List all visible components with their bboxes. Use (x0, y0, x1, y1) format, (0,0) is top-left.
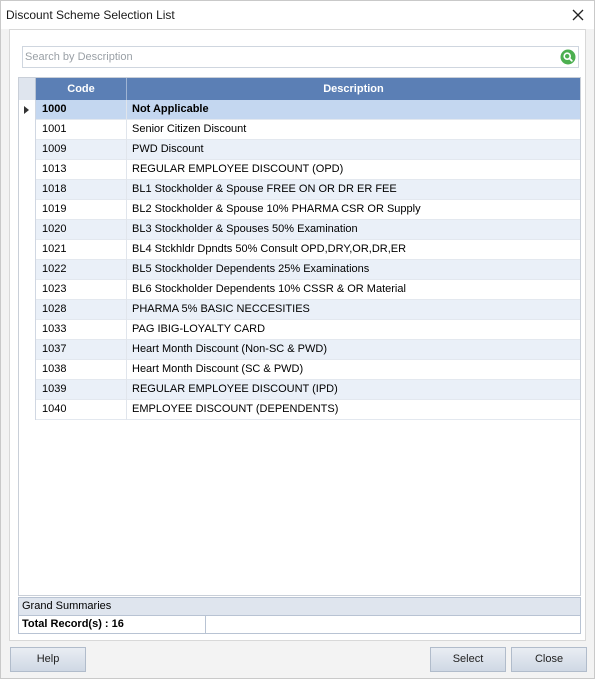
code-cell: 1019 (36, 200, 127, 220)
row-indicator-cell (19, 100, 36, 120)
row-indicator-cell (19, 220, 36, 240)
column-header-code[interactable]: Code (36, 78, 127, 100)
code-cell: 1009 (36, 140, 127, 160)
row-indicator-cell (19, 200, 36, 220)
code-cell: 1021 (36, 240, 127, 260)
grid-header: Code Description (19, 78, 580, 100)
close-window-button[interactable] (568, 5, 588, 25)
row-indicator-cell (19, 300, 36, 320)
description-cell: PHARMA 5% BASIC NECCESITIES (132, 303, 310, 315)
table-row[interactable]: 1000 Not Applicable (19, 100, 580, 120)
select-button[interactable]: Select (430, 647, 506, 672)
table-row[interactable]: 1037 Heart Month Discount (Non-SC & PWD) (19, 340, 580, 360)
row-indicator-cell (19, 240, 36, 260)
table-row[interactable]: 1039 REGULAR EMPLOYEE DISCOUNT (IPD) (19, 380, 580, 400)
row-indicator-cell (19, 340, 36, 360)
row-indicator-cell (19, 380, 36, 400)
description-cell: PAG IBIG-LOYALTY CARD (132, 323, 266, 335)
description-cell: BL3 Stockholder & Spouses 50% Examinatio… (132, 223, 358, 235)
row-indicator-cell (19, 280, 36, 300)
description-cell: Heart Month Discount (Non-SC & PWD) (132, 343, 327, 355)
close-icon (572, 9, 584, 21)
total-records-label: Total Record(s) : 16 (19, 616, 206, 633)
description-cell: Not Applicable (132, 103, 209, 115)
code-cell: 1018 (36, 180, 127, 200)
description-cell: BL5 Stockholder Dependents 25% Examinati… (132, 263, 370, 275)
help-button[interactable]: Help (10, 647, 86, 672)
summary-row: Total Record(s) : 16 (18, 616, 581, 634)
code-cell: 1022 (36, 260, 127, 280)
search-icon[interactable] (560, 49, 576, 65)
table-row[interactable]: 1040 EMPLOYEE DISCOUNT (DEPENDENTS) (19, 400, 580, 420)
search-input[interactable] (23, 47, 553, 67)
code-cell: 1000 (36, 100, 127, 120)
grand-summaries: Grand Summaries Total Record(s) : 16 (18, 597, 581, 635)
select-button-label: Select (452, 653, 484, 665)
summary-title: Grand Summaries (18, 597, 581, 616)
description-cell: REGULAR EMPLOYEE DISCOUNT (OPD) (132, 163, 344, 175)
description-cell: BL1 Stockholder & Spouse FREE ON OR DR E… (132, 183, 397, 195)
code-cell: 1040 (36, 400, 127, 420)
table-row[interactable]: 1038 Heart Month Discount (SC & PWD) (19, 360, 580, 380)
row-indicator-cell (19, 160, 36, 180)
code-cell: 1001 (36, 120, 127, 140)
row-indicator-cell (19, 140, 36, 160)
row-indicator-cell (19, 120, 36, 140)
code-cell: 1038 (36, 360, 127, 380)
help-button-label: Help (36, 653, 60, 665)
header-indicator-cell (19, 78, 36, 100)
row-indicator-cell (19, 360, 36, 380)
row-indicator-cell (19, 180, 36, 200)
title-bar: Discount Scheme Selection List (1, 1, 594, 29)
table-row[interactable]: 1013 REGULAR EMPLOYEE DISCOUNT (OPD) (19, 160, 580, 180)
table-row[interactable]: 1023 BL6 Stockholder Dependents 10% CSSR … (19, 280, 580, 300)
close-button-label: Close (534, 653, 564, 665)
code-cell: 1039 (36, 380, 127, 400)
table-row[interactable]: 1018 BL1 Stockholder & Spouse FREE ON OR … (19, 180, 580, 200)
description-cell: Heart Month Discount (SC & PWD) (132, 363, 304, 375)
code-cell: 1033 (36, 320, 127, 340)
description-cell: BL6 Stockholder Dependents 10% CSSR & OR… (132, 283, 406, 295)
table-row[interactable]: 1020 BL3 Stockholder & Spouses 50% Examin… (19, 220, 580, 240)
window-title: Discount Scheme Selection List (6, 8, 175, 22)
discount-grid: Code Description 1000 Not Applicable 1001 S… (18, 77, 581, 596)
dialog-window: Discount Scheme Selection List Code Desc… (0, 0, 595, 679)
code-cell: 1013 (36, 160, 127, 180)
table-row[interactable]: 1001 Senior Citizen Discount (19, 120, 580, 140)
search-box (22, 46, 579, 68)
description-cell: Senior Citizen Discount (132, 123, 247, 135)
description-cell: BL4 Stckhldr Dpndts 50% Consult OPD,DRY,… (132, 243, 407, 255)
grid-rows: 1000 Not Applicable 1001 Senior Citizen Dis… (19, 100, 580, 420)
table-row[interactable]: 1022 BL5 Stockholder Dependents 25% Exami… (19, 260, 580, 280)
code-cell: 1023 (36, 280, 127, 300)
description-cell: REGULAR EMPLOYEE DISCOUNT (IPD) (132, 383, 338, 395)
close-button[interactable]: Close (511, 647, 587, 672)
code-cell: 1028 (36, 300, 127, 320)
row-pointer-icon (24, 106, 29, 114)
description-cell: BL2 Stockholder & Spouse 10% PHARMA CSR … (132, 203, 421, 215)
column-header-description[interactable]: Description (127, 78, 580, 100)
row-indicator-cell (19, 400, 36, 420)
code-cell: 1037 (36, 340, 127, 360)
code-cell: 1020 (36, 220, 127, 240)
table-row[interactable]: 1019 BL2 Stockholder & Spouse 10% PHARMA … (19, 200, 580, 220)
row-indicator-cell (19, 320, 36, 340)
table-row[interactable]: 1028 PHARMA 5% BASIC NECCESITIES (19, 300, 580, 320)
table-row[interactable]: 1009 PWD Discount (19, 140, 580, 160)
main-panel: Code Description 1000 Not Applicable 1001 S… (9, 29, 586, 641)
table-row[interactable]: 1021 BL4 Stckhldr Dpndts 50% Consult OPD,… (19, 240, 580, 260)
description-cell: EMPLOYEE DISCOUNT (DEPENDENTS) (132, 403, 339, 415)
table-row[interactable]: 1033 PAG IBIG-LOYALTY CARD (19, 320, 580, 340)
row-indicator-cell (19, 260, 36, 280)
description-cell: PWD Discount (132, 143, 204, 155)
